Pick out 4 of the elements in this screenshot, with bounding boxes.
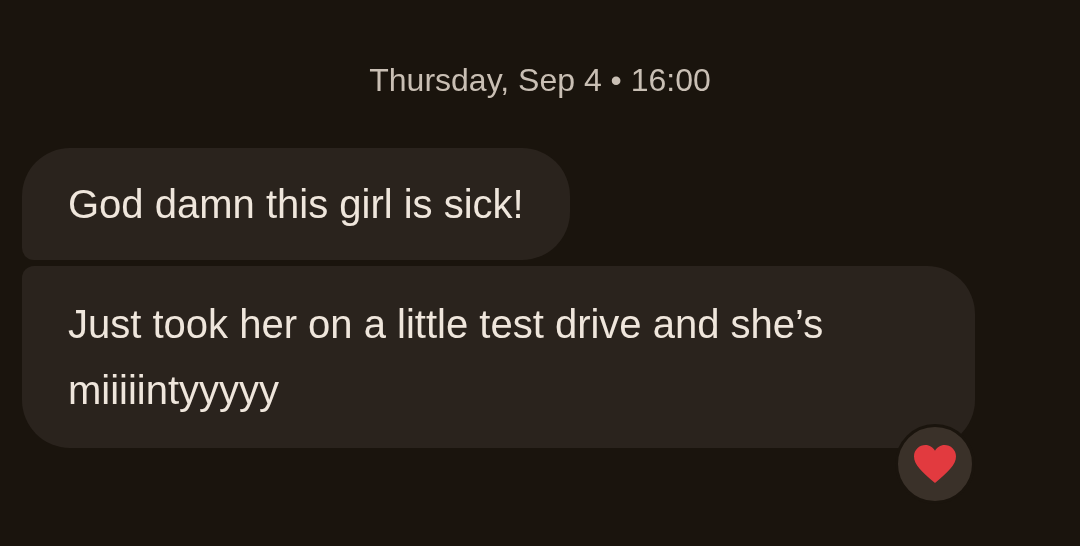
message-bubble[interactable]: God damn this girl is sick! — [22, 148, 570, 260]
message-bubble[interactable]: Just took her on a little test drive and she’s miiiiintyyyyy — [22, 266, 975, 448]
message-timestamp: Thursday, Sep 4 • 16:00 — [368, 61, 712, 100]
heart-icon — [912, 443, 958, 485]
